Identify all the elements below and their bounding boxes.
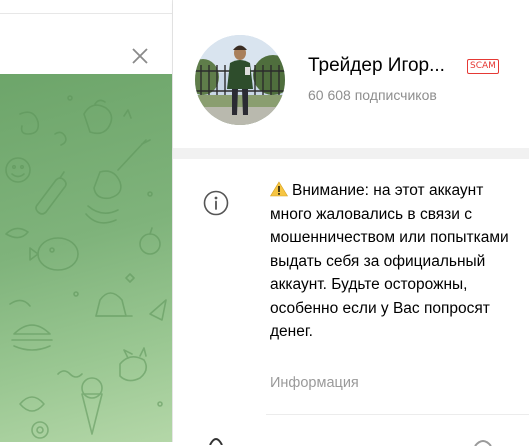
avatar-photo	[195, 35, 285, 125]
avatar[interactable]	[195, 35, 285, 125]
close-button[interactable]	[129, 45, 151, 67]
profile-panel: Трейдер Игор... SCAM 60 608 подписчиков …	[173, 0, 529, 446]
close-icon[interactable]	[131, 47, 149, 65]
channel-name: Трейдер Игор...	[308, 55, 445, 76]
doodle-pattern	[5, 95, 167, 439]
chat-wallpaper	[0, 74, 172, 442]
info-icon	[203, 190, 229, 216]
profile-header: Трейдер Игор... SCAM 60 608 подписчиков	[173, 0, 529, 148]
scam-warning-text: Внимание: на этот аккаунт много жаловали…	[270, 182, 509, 340]
warning-icon	[270, 181, 288, 197]
toggle-icon[interactable]	[473, 438, 493, 446]
subscriber-count: 60 608 подписчиков	[308, 87, 437, 103]
section-gap	[173, 148, 529, 159]
info-divider	[266, 414, 529, 415]
info-label: Информация	[270, 375, 359, 391]
chat-list-pane	[0, 0, 172, 442]
search-bar[interactable]	[0, 13, 172, 75]
scam-badge: SCAM	[467, 59, 499, 74]
notification-icon[interactable]	[206, 435, 226, 445]
scam-warning: Внимание: на этот аккаунт много жаловали…	[270, 179, 510, 344]
info-section: Внимание: на этот аккаунт много жаловали…	[173, 159, 529, 446]
